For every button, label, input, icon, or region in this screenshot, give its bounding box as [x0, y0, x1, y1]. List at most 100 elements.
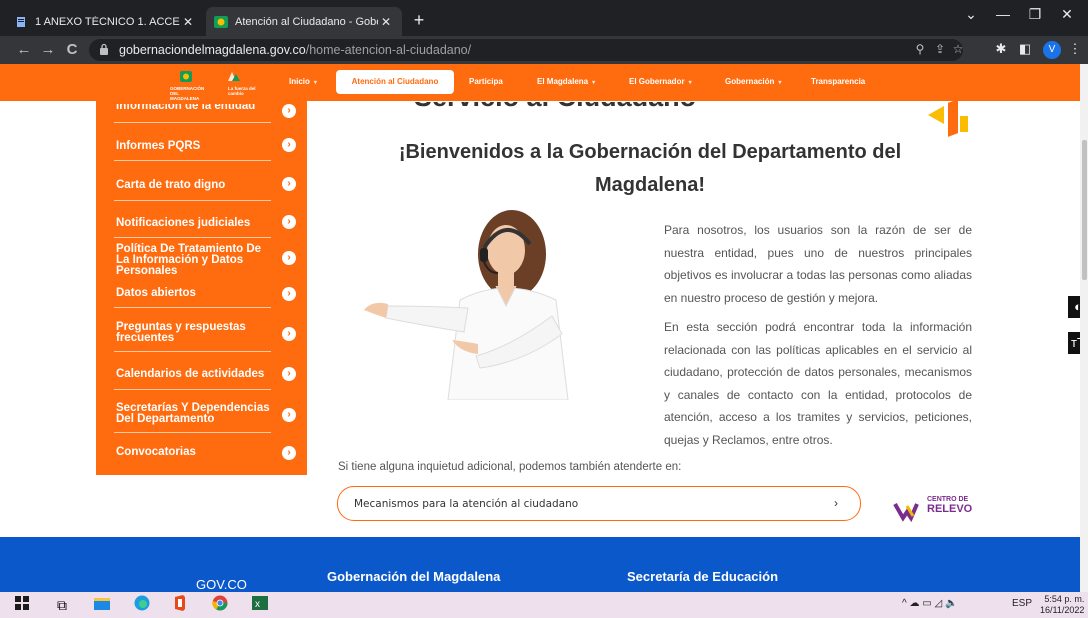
language-indicator[interactable]: ESP — [1012, 598, 1032, 609]
forward-arrow-icon[interactable]: → — [38, 40, 58, 60]
gov-co-logo[interactable]: GOV.CO — [196, 577, 247, 592]
menu-item-participa[interactable]: Participa — [469, 77, 503, 86]
chevron-right-icon[interactable]: › — [282, 446, 296, 460]
sidebar-item-preguntas-frecuentes[interactable]: Preguntas y respuestas frecuentes — [116, 321, 276, 344]
sidebar-item-secretarias[interactable]: Secretarías Y Dependencias Del Departame… — [116, 402, 276, 425]
new-tab-button[interactable]: + — [408, 10, 430, 32]
sidebar-item-carta-trato-digno[interactable]: Carta de trato digno — [116, 179, 276, 191]
sidebar: Información de la entidad › Informes PQR… — [96, 101, 307, 475]
relevo-text-2: RELEVO — [927, 503, 973, 515]
file-explorer-icon[interactable] — [92, 595, 112, 615]
chevron-right-icon[interactable]: › — [282, 327, 296, 341]
back-arrow-icon[interactable]: ← — [14, 40, 34, 60]
zoom-icon[interactable]: ⚲ — [912, 42, 928, 56]
divider — [114, 389, 271, 390]
sidebar-item-calendarios[interactable]: Calendarios de actividades — [116, 368, 276, 380]
decorative-shape — [948, 99, 958, 137]
site-footer: GOV.CO Gobernación del Magdalena Secreta… — [0, 537, 1080, 592]
minimize-button[interactable]: — — [988, 6, 1018, 22]
chevron-right-icon[interactable]: › — [282, 177, 296, 191]
restore-button[interactable]: ❐ — [1020, 6, 1050, 23]
tab-title: 1 ANEXO TÉCNICO 1. ACCESIBILI — [35, 15, 180, 28]
menu-item-gobernacion[interactable]: Gobernación▾ — [725, 77, 781, 86]
sidebar-item-politica-datos[interactable]: Política De Tratamiento De La Informació… — [116, 243, 276, 277]
scrollbar-thumb[interactable] — [1082, 140, 1087, 280]
divider — [114, 200, 271, 201]
office-icon[interactable] — [170, 595, 190, 615]
chevron-right-icon[interactable]: › — [282, 251, 296, 265]
tab-title: Atención al Ciudadano - Gobern — [235, 15, 378, 28]
reload-icon[interactable]: C — [62, 40, 82, 60]
extensions-icon[interactable]: ✱ — [992, 41, 1010, 57]
chrome-icon[interactable] — [210, 595, 230, 615]
windows-start-icon[interactable] — [12, 595, 32, 615]
button-label: Mecanismos para la atención al ciudadano — [354, 498, 579, 510]
task-view-icon[interactable]: ⧉ — [52, 595, 72, 615]
contact-prompt: Si tiene alguna inquietud adicional, pod… — [338, 461, 682, 473]
chevron-down-icon: ▾ — [688, 80, 692, 86]
chevron-right-icon[interactable]: › — [282, 408, 296, 422]
chevron-down-icon: ▾ — [313, 80, 317, 86]
close-icon[interactable]: ✕ — [378, 15, 394, 29]
bookmark-star-icon[interactable]: ☆ — [950, 42, 966, 56]
sidebar-item-informacion-entidad[interactable]: Información de la entidad — [116, 104, 276, 112]
edge-browser-icon[interactable] — [132, 595, 152, 615]
divider — [114, 122, 271, 123]
sidebar-item-informes-pqrs[interactable]: Informes PQRS — [116, 140, 276, 152]
menu-label: Gobernación — [725, 77, 775, 86]
chevron-right-icon[interactable]: › — [282, 104, 296, 118]
divider — [114, 432, 271, 433]
chevron-down-icon: ▾ — [592, 80, 596, 86]
address-bar[interactable]: gobernaciondelmagdalena.gov.co/home-aten… — [89, 39, 963, 61]
profile-avatar[interactable]: V — [1043, 41, 1061, 59]
mecanismos-atencion-button[interactable]: Mecanismos para la atención al ciudadano… — [337, 486, 861, 521]
divider — [114, 351, 271, 352]
sidebar-item-datos-abiertos[interactable]: Datos abiertos — [116, 287, 276, 299]
divider — [114, 307, 271, 308]
browser-toolbar: ← → C gobernaciondelmagdalena.gov.co/hom… — [0, 36, 1088, 64]
gobernacion-logo-overlay: GOBERNACIÓN DEL MAGDALENA La fuerza del … — [168, 69, 266, 101]
chevron-right-icon[interactable]: › — [282, 138, 296, 152]
hero-image — [356, 208, 614, 401]
more-menu-icon[interactable]: ⋮ — [1066, 41, 1084, 57]
clock[interactable]: 5:54 p. m. 16/11/2022 — [1040, 594, 1084, 616]
svg-text:x: x — [255, 599, 260, 610]
window-close-button[interactable]: ✕ — [1052, 6, 1082, 23]
centro-de-relevo-logo[interactable]: CENTRO DE RELEVO — [893, 494, 973, 524]
logo-text-left: GOBERNACIÓN DEL MAGDALENA — [170, 86, 205, 101]
clock-time: 5:54 p. m. — [1044, 594, 1085, 604]
menu-item-el-magdalena[interactable]: El Magdalena▾ — [537, 77, 595, 86]
menu-label: El Gobernador — [629, 77, 685, 86]
browser-tab-strip: 1 ANEXO TÉCNICO 1. ACCESIBILI ✕ Atención… — [0, 0, 1088, 36]
menu-item-el-gobernador[interactable]: El Gobernador▾ — [629, 77, 692, 86]
info-paragraph: En esta sección podrá encontrar toda la … — [664, 320, 972, 447]
close-icon[interactable]: ✕ — [180, 15, 196, 29]
chevron-right-icon[interactable]: › — [282, 215, 296, 229]
menu-item-transparencia[interactable]: Transparencia — [811, 77, 865, 86]
chevron-right-icon[interactable]: › — [282, 287, 296, 301]
menu-item-atencion-ciudadano[interactable]: Atención al Ciudadano — [336, 70, 454, 94]
sidebar-item-convocatorias[interactable]: Convocatorias — [116, 446, 276, 458]
side-panel-icon[interactable]: ◧ — [1016, 41, 1034, 57]
chevron-right-icon[interactable]: › — [282, 367, 296, 381]
tab-atencion-ciudadano[interactable]: Atención al Ciudadano - Gobern ✕ — [206, 7, 402, 36]
excel-icon[interactable]: x — [250, 595, 270, 615]
chevron-right-icon: › — [834, 496, 838, 510]
document-tab-icon — [14, 15, 28, 29]
lock-icon — [99, 43, 111, 57]
menu-label: Inicio — [289, 77, 310, 86]
welcome-line-1: ¡Bienvenidos a la Gobernación del Depart… — [398, 141, 902, 163]
menu-label: El Magdalena — [537, 77, 589, 86]
gobernacion-tab-icon — [214, 15, 228, 29]
tab-anexo-tecnico[interactable]: 1 ANEXO TÉCNICO 1. ACCESIBILI ✕ — [6, 7, 204, 36]
tab-search-icon[interactable]: ⌄ — [956, 6, 986, 23]
intro-paragraph: Para nosotros, los usuarios son la razón… — [664, 223, 972, 305]
share-icon[interactable]: ⇪ — [932, 42, 948, 56]
system-tray-icons[interactable]: ^ ☁ ▭ ◿ 🔈 — [902, 598, 957, 609]
sidebar-item-notificaciones-judiciales[interactable]: Notificaciones judiciales — [116, 217, 276, 229]
menu-item-inicio[interactable]: Inicio▾ — [289, 77, 317, 86]
footer-heading-gobernacion: Gobernación del Magdalena — [327, 569, 501, 584]
customer-service-woman-image — [364, 210, 569, 401]
logo-text-right: La fuerza del cambio — [228, 86, 256, 96]
welcome-heading: ¡Bienvenidos a la Gobernación del Depart… — [340, 136, 960, 202]
